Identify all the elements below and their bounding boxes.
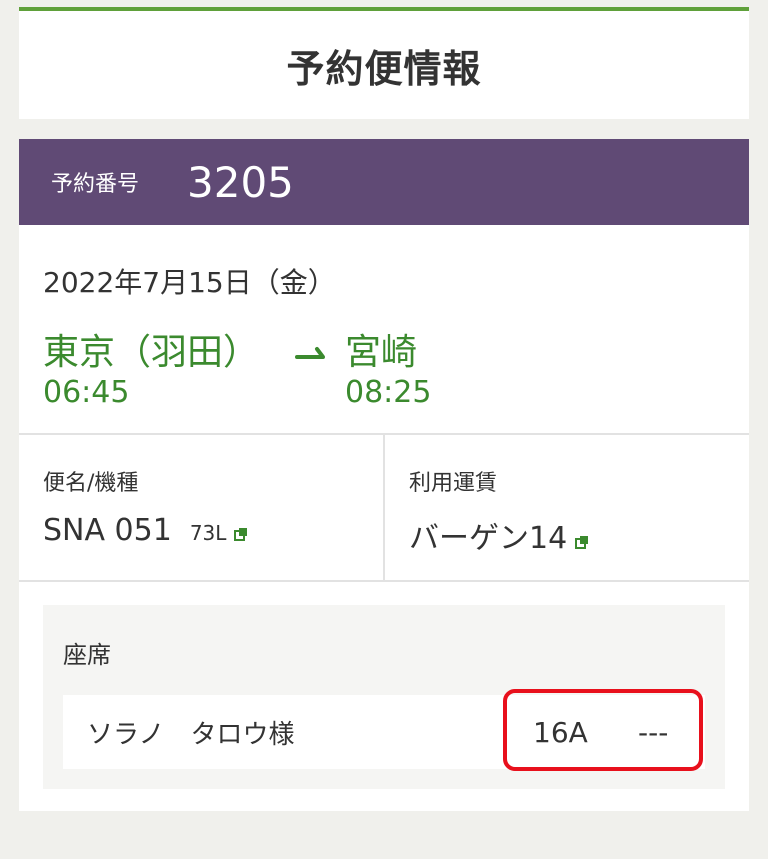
departure-time: 06:45 xyxy=(43,375,130,410)
reservation-label: 予約番号 xyxy=(51,172,140,197)
passenger-name: ソラノ タロウ様 xyxy=(87,719,295,750)
arrival-time: 08:25 xyxy=(345,375,432,410)
aircraft-type-link[interactable]: 73L xyxy=(190,521,227,545)
seat-title: 座席 xyxy=(63,641,111,669)
fare-link[interactable]: バーゲン14 xyxy=(409,513,567,557)
fare-cell: 利用運賃 バーゲン14 xyxy=(385,435,749,580)
destination-city: 宮崎 xyxy=(345,332,418,373)
reservation-number: 3205 xyxy=(187,157,294,207)
flight-number-label: 便名/機種 xyxy=(43,471,139,496)
external-link-icon[interactable] xyxy=(234,527,248,541)
flight-summary: 2022年7月15日（金） 東京（羽田） 06:45 宮崎 08:25 xyxy=(19,225,749,435)
seat-extra: --- xyxy=(638,715,669,749)
page-header: 予約便情報 xyxy=(19,7,749,119)
fare-label: 利用運賃 xyxy=(409,471,498,496)
arrow-right-icon xyxy=(295,347,325,359)
flight-number-cell: 便名/機種 SNA 051 73L xyxy=(19,435,385,580)
flight-info-row: 便名/機種 SNA 051 73L 利用運賃 バーゲン14 xyxy=(19,435,749,582)
flight-number-value: SNA 051 73L xyxy=(43,513,248,548)
origin-city: 東京（羽田） xyxy=(43,332,260,373)
page-title: 予約便情報 xyxy=(286,46,482,91)
flight-date: 2022年7月15日（金） xyxy=(43,266,336,299)
external-link-icon[interactable] xyxy=(575,535,589,549)
reservation-bar: 予約番号 3205 xyxy=(19,139,749,225)
flight-number: SNA 051 xyxy=(43,513,172,548)
seat-row: ソラノ タロウ様 16A --- xyxy=(63,689,705,771)
seat-number: 16A xyxy=(533,715,588,749)
fare-value: バーゲン14 xyxy=(409,513,589,557)
reservation-card: 予約番号 3205 2022年7月15日（金） 東京（羽田） 06:45 宮崎 … xyxy=(19,139,749,811)
seat-section: 座席 ソラノ タロウ様 16A --- xyxy=(43,605,725,789)
